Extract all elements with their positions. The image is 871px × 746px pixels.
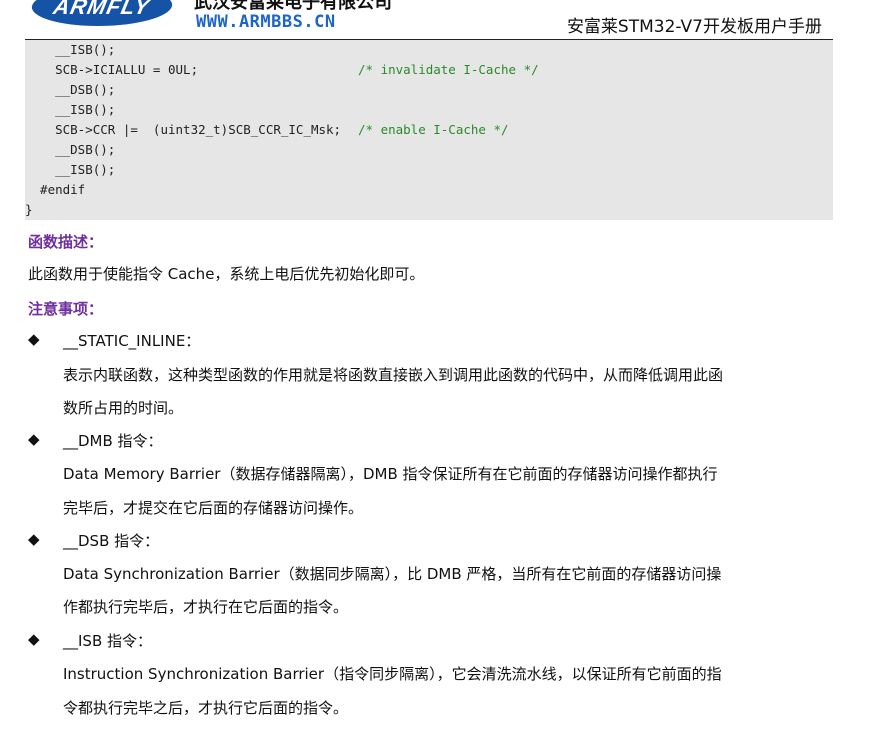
code-text: __ISB(); xyxy=(25,102,116,117)
document-page: ARMFLY 武汉安富莱电子有限公司 WWW.ARMBBS.CN 安富莱STM3… xyxy=(0,0,871,746)
note-desc-line: Instruction Synchronization Barrier（指令同步… xyxy=(63,665,722,683)
code-line: SCB->ICIALLU = 0UL; xyxy=(25,60,198,80)
function-desc-text: 此函数用于使能指令 Cache，系统上电后优先初始化即可。 xyxy=(28,265,425,283)
code-text: SCB->CCR |= (uint32_t)SCB_CCR_IC_Msk; xyxy=(25,122,342,137)
code-line: __DSB(); xyxy=(25,80,115,100)
code-comment: /* enable I-Cache */ xyxy=(358,122,509,137)
code-text: __DSB(); xyxy=(25,82,116,97)
notes-heading: 注意事项： xyxy=(28,300,104,318)
bullet-diamond-icon: ◆ xyxy=(28,630,40,648)
code-comment: /* invalidate I-Cache */ xyxy=(358,62,539,77)
note-desc-line: 令都执行完毕之后，才执行它后面的指令。 xyxy=(63,699,349,717)
code-text: __ISB(); xyxy=(25,162,116,177)
armfly-logo: ARMFLY xyxy=(27,0,177,26)
code-line: __ISB(); xyxy=(25,160,115,180)
note-desc-line: Data Synchronization Barrier（数据同步隔离），比 D… xyxy=(63,565,722,583)
code-line: SCB->CCR |= (uint32_t)SCB_CCR_IC_Msk; xyxy=(25,120,341,140)
code-line: __ISB(); xyxy=(25,40,115,60)
code-text: __DSB(); xyxy=(25,142,116,157)
code-block: __ISB(); SCB->ICIALLU = 0UL; /* invalida… xyxy=(25,40,833,220)
code-line: __DSB(); xyxy=(25,140,115,160)
note-title-dsb: __DSB 指令： xyxy=(63,532,160,550)
code-text: } xyxy=(25,202,33,217)
manual-title: 安富莱STM32-V7开发板用户手册 xyxy=(566,17,822,37)
note-title-static-inline: __STATIC_INLINE： xyxy=(63,332,201,350)
note-desc-line: 作都执行完毕后，才执行在它后面的指令。 xyxy=(63,598,349,616)
code-line: } xyxy=(25,200,33,220)
code-line: __ISB(); xyxy=(25,100,115,120)
logo-text: ARMFLY xyxy=(51,0,153,19)
note-title-isb: __ISB 指令： xyxy=(63,632,153,650)
website-link[interactable]: WWW.ARMBBS.CN xyxy=(196,12,336,32)
bullet-diamond-icon: ◆ xyxy=(28,430,40,448)
bullet-diamond-icon: ◆ xyxy=(28,530,40,548)
note-desc-line: 数所占用的时间。 xyxy=(63,399,184,417)
code-text: SCB->ICIALLU = 0UL; xyxy=(25,62,199,77)
note-desc-line: 完毕后，才提交在它后面的存储器访问操作。 xyxy=(63,499,364,517)
code-text: __ISB(); xyxy=(25,42,116,57)
note-desc-line: 表示内联函数，这种类型函数的作用就是将函数直接嵌入到调用此函数的代码中，从而降低… xyxy=(63,366,724,384)
note-desc-line: Data Memory Barrier（数据存储器隔离），DMB 指令保证所有在… xyxy=(63,465,718,483)
code-text: #endif xyxy=(25,182,86,197)
function-desc-heading: 函数描述： xyxy=(28,233,104,251)
bullet-diamond-icon: ◆ xyxy=(28,330,40,348)
note-title-dmb: __DMB 指令： xyxy=(63,432,163,450)
code-line: #endif xyxy=(25,180,85,200)
